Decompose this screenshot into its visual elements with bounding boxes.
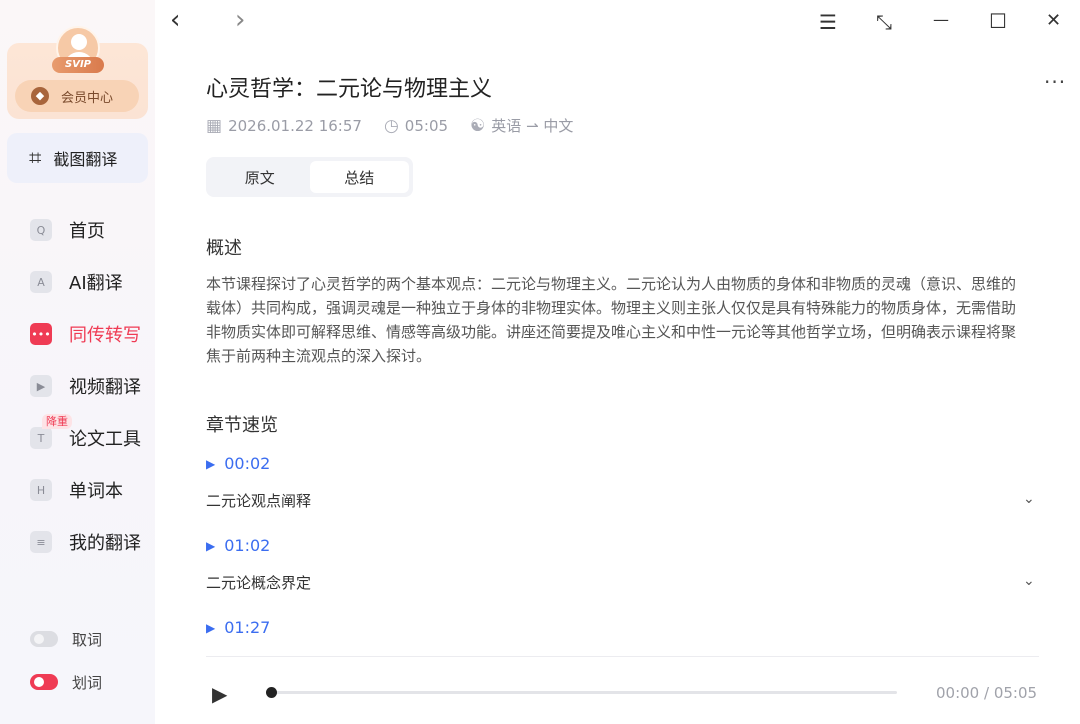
member-center-button[interactable]: ◆ 会员中心 <box>15 80 139 112</box>
svip-badge: SVIP <box>52 57 104 73</box>
transcribe-icon: ••• <box>30 323 52 345</box>
clock-icon: ◷ <box>383 115 399 136</box>
tab-original[interactable]: 原文 <box>210 161 310 193</box>
toggle-label: 取词 <box>72 630 103 649</box>
total-time: 05:05 <box>993 684 1038 702</box>
wordbook-icon: H <box>30 479 52 501</box>
screenshot-translate-label: 截图翻译 <box>53 150 118 169</box>
member-center-label: 会员中心 <box>61 90 114 106</box>
view-tabs: 原文 总结 <box>206 157 413 197</box>
play-small-icon: ▶ <box>206 456 216 471</box>
my-translation-icon: ≡ <box>30 531 52 553</box>
sidebar-item-home[interactable]: Q 首页 <box>0 204 155 256</box>
calendar-icon: ▦ <box>206 115 223 136</box>
paper-icon: T <box>30 427 52 449</box>
toggle-word-select[interactable]: 划词 <box>30 670 102 694</box>
meta-row: ▦ 2026.01.22 16:57 ◷ 05:05 ☯ 英语 ⇀ 中文 <box>206 115 595 136</box>
time-readout: 00:00 / 05:05 <box>936 684 1037 702</box>
progress-handle[interactable] <box>266 687 277 698</box>
page-title: 心灵哲学：二元论与物理主义 <box>206 77 493 102</box>
crop-icon: ⌗ <box>29 145 42 171</box>
chapters-heading: 章节速览 <box>206 415 278 436</box>
ai-icon: A <box>30 271 52 293</box>
diamond-icon: ◆ <box>31 87 49 105</box>
sidebar-item-label: 单词本 <box>69 481 123 502</box>
play-button[interactable]: ▶ <box>212 682 227 706</box>
chevron-down-icon[interactable]: ⌄ <box>1023 573 1035 589</box>
word-select-switch[interactable] <box>30 674 58 690</box>
language-icon: ☯ <box>470 115 486 136</box>
overview-text: 本节课程探讨了心灵哲学的两个基本观点：二元论与物理主义。二元论认为人由物质的身体… <box>206 275 1017 365</box>
sidebar-item-paper-tools[interactable]: 降重 T 论文工具 <box>0 412 155 464</box>
language-pair: 英语 ⇀ 中文 <box>491 117 574 135</box>
chapter-timestamp[interactable]: ▶ 01:27 <box>206 618 270 637</box>
progress-slider[interactable] <box>266 687 897 698</box>
sidebar-nav: Q 首页 A AI翻译 ••• 同传转写 ▶ 视频翻译 降重 T 论文工具 H … <box>0 204 155 568</box>
chapter-title: 二元论概念界定 <box>206 574 312 592</box>
chapter-timestamp[interactable]: ▶ 01:02 <box>206 536 270 555</box>
sidebar-item-transcribe[interactable]: ••• 同传转写 <box>0 308 155 360</box>
player-divider <box>206 656 1039 657</box>
home-icon: Q <box>30 219 52 241</box>
sidebar-item-label: 视频翻译 <box>69 377 141 398</box>
screenshot-translate-button[interactable]: ⌗ 截图翻译 <box>7 133 148 183</box>
play-small-icon: ▶ <box>206 620 216 635</box>
time-separator: / <box>979 684 994 702</box>
sidebar-item-video-translate[interactable]: ▶ 视频翻译 <box>0 360 155 412</box>
video-icon: ▶ <box>30 375 52 397</box>
sidebar-item-label: 首页 <box>69 221 105 242</box>
sidebar-item-label: 论文工具 <box>69 429 141 450</box>
word-pick-switch[interactable] <box>30 631 58 647</box>
toggle-label: 划词 <box>72 673 103 692</box>
sidebar-item-my-translations[interactable]: ≡ 我的翻译 <box>0 516 155 568</box>
sidebar-item-wordbook[interactable]: H 单词本 <box>0 464 155 516</box>
dedup-badge: 降重 <box>42 414 72 429</box>
overview-heading: 概述 <box>206 238 242 259</box>
tab-summary[interactable]: 总结 <box>309 161 409 193</box>
sidebar-item-label: 我的翻译 <box>69 533 141 554</box>
toggle-word-pick[interactable]: 取词 <box>30 627 102 651</box>
chapter-timestamp[interactable]: ▶ 00:02 <box>206 454 270 473</box>
record-date: 2026.01.22 16:57 <box>228 116 362 135</box>
chevron-down-icon[interactable]: ⌄ <box>1023 491 1035 507</box>
sidebar-item-ai-translate[interactable]: A AI翻译 <box>0 256 155 308</box>
play-small-icon: ▶ <box>206 538 216 553</box>
current-time: 00:00 <box>936 684 980 702</box>
main-content: 心灵哲学：二元论与物理主义 ··· ▦ 2026.01.22 16:57 ◷ 0… <box>155 0 1080 724</box>
sidebar-item-label: AI翻译 <box>69 273 123 294</box>
sidebar: SVIP ◆ 会员中心 ⌗ 截图翻译 Q 首页 A AI翻译 ••• 同传转写 … <box>0 0 155 724</box>
chapter-title: 二元论观点阐释 <box>206 492 312 510</box>
more-options-icon[interactable]: ··· <box>1044 70 1066 94</box>
record-duration: 05:05 <box>404 116 449 135</box>
sidebar-item-label: 同传转写 <box>69 325 141 346</box>
